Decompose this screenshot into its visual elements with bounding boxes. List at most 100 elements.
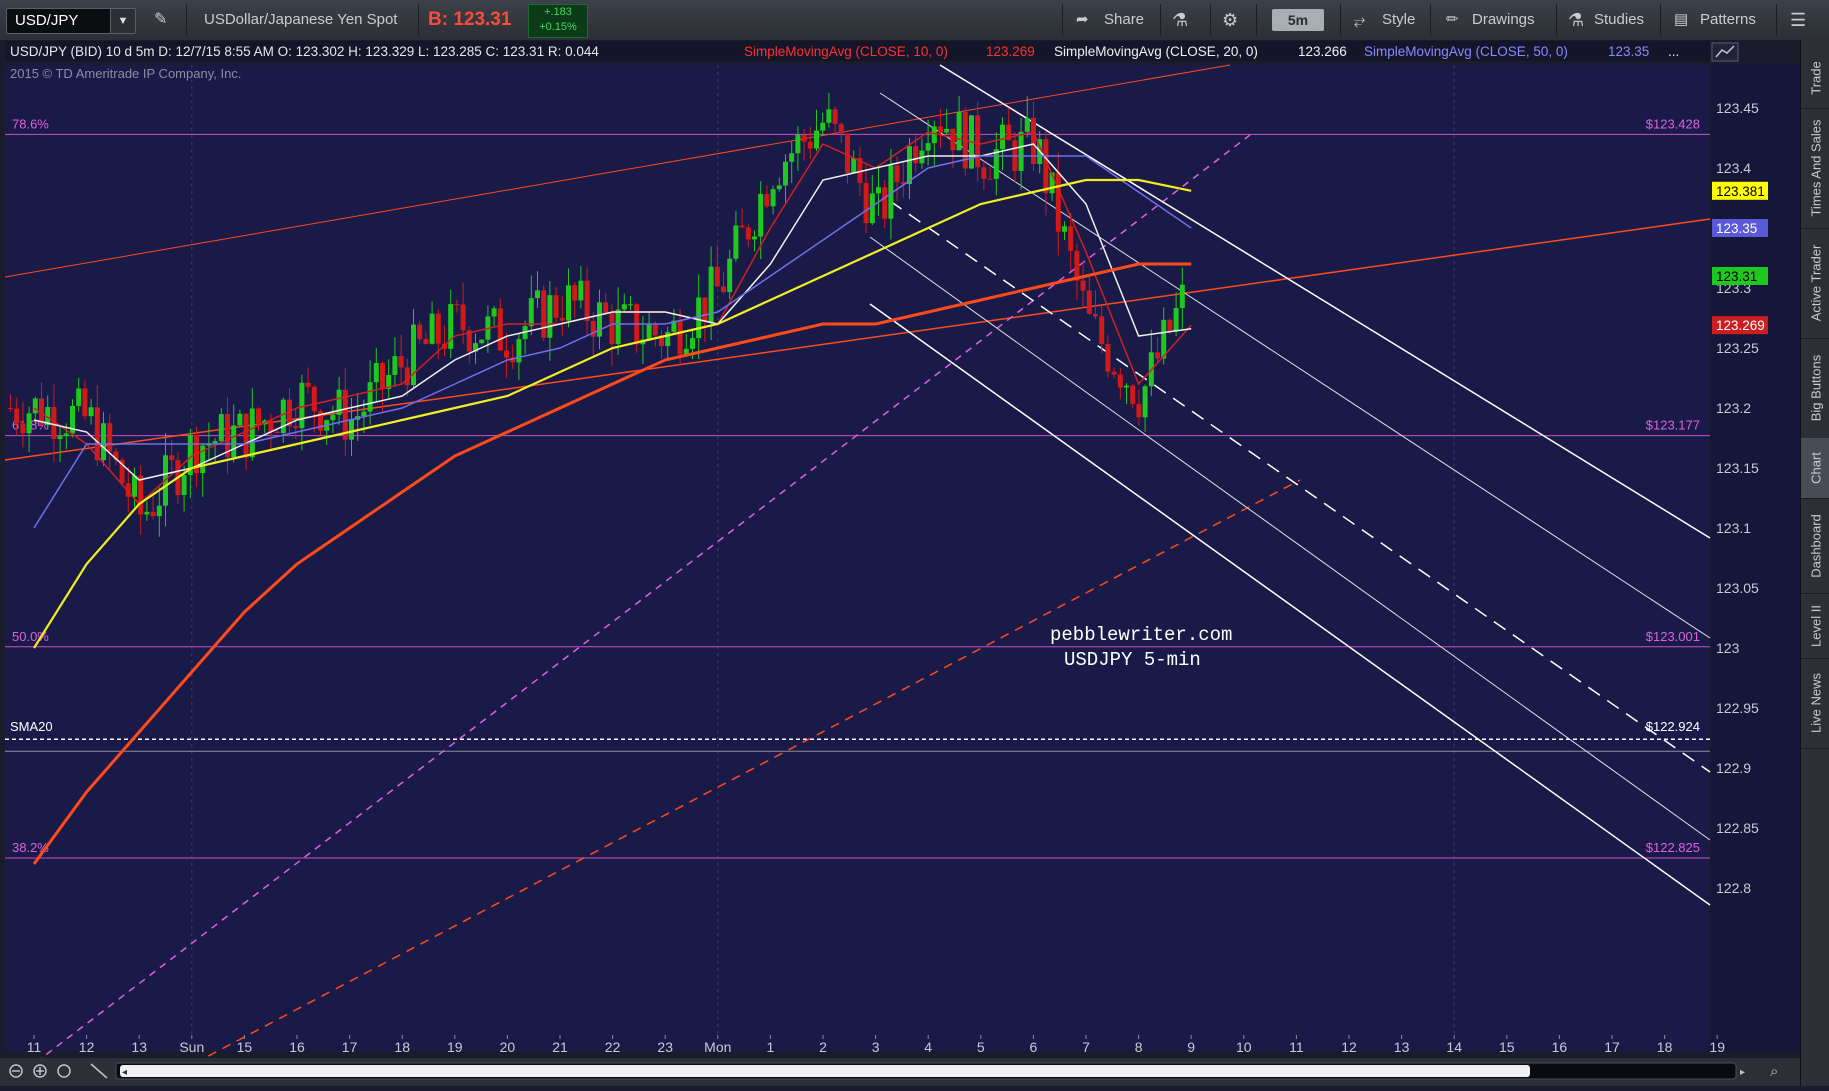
candle[interactable]	[132, 475, 137, 497]
gear-icon[interactable]: ⚙	[1222, 0, 1238, 40]
candle[interactable]	[1031, 117, 1036, 165]
candle[interactable]	[417, 324, 423, 340]
candle[interactable]	[268, 420, 274, 432]
candle[interactable]	[504, 350, 509, 358]
candle[interactable]	[169, 455, 175, 461]
scrollbar-thumb[interactable]	[120, 1065, 1530, 1077]
candle[interactable]	[280, 399, 286, 434]
candle[interactable]	[863, 182, 869, 224]
share-icon[interactable]: ➦	[1076, 0, 1089, 40]
candle[interactable]	[361, 411, 367, 417]
candle[interactable]	[584, 280, 590, 322]
candle[interactable]	[373, 362, 379, 383]
candle[interactable]	[1173, 307, 1179, 332]
candle[interactable]	[1117, 374, 1123, 388]
timeframe-button[interactable]: 5m	[1272, 9, 1324, 31]
chart-settings-icon[interactable]	[1711, 42, 1739, 62]
candle[interactable]	[845, 133, 850, 174]
studies-icon[interactable]: ⚗	[1568, 0, 1584, 40]
candle[interactable]	[727, 258, 733, 293]
chevron-down-icon[interactable]: ▼	[110, 9, 135, 33]
candle[interactable]	[435, 313, 441, 344]
candle[interactable]	[615, 309, 621, 345]
candle[interactable]	[690, 338, 695, 349]
candle[interactable]	[559, 317, 565, 321]
candle[interactable]	[882, 187, 888, 219]
candle[interactable]	[776, 185, 782, 190]
candle[interactable]	[404, 367, 410, 386]
candle[interactable]	[621, 304, 627, 310]
candle[interactable]	[783, 161, 788, 186]
candle[interactable]	[876, 187, 881, 194]
candle[interactable]	[94, 407, 100, 461]
candle[interactable]	[1068, 226, 1074, 251]
candle[interactable]	[795, 134, 801, 154]
candle[interactable]	[838, 123, 844, 134]
candle[interactable]	[380, 362, 385, 389]
candle[interactable]	[981, 167, 987, 179]
candle[interactable]	[1136, 403, 1142, 418]
candle[interactable]	[423, 339, 429, 344]
candle[interactable]	[82, 388, 88, 417]
candle[interactable]	[101, 423, 106, 461]
candle[interactable]	[547, 295, 553, 338]
candle[interactable]	[88, 407, 94, 417]
candle[interactable]	[1000, 124, 1005, 150]
drawings-icon[interactable]: ✏	[1446, 0, 1459, 40]
candle[interactable]	[138, 475, 144, 515]
candle[interactable]	[311, 386, 317, 412]
candle[interactable]	[801, 134, 807, 142]
candle[interactable]	[541, 290, 547, 338]
style-icon[interactable]: ⥂	[1354, 0, 1365, 40]
side-tab-trade[interactable]: Trade	[1801, 48, 1829, 109]
candle[interactable]	[758, 193, 764, 237]
candle[interactable]	[256, 408, 261, 425]
candle[interactable]	[20, 423, 26, 434]
candle[interactable]	[950, 128, 956, 151]
magnifier-icon[interactable]: ⌕	[1770, 1063, 1778, 1080]
candle[interactable]	[807, 141, 813, 149]
candle[interactable]	[1024, 117, 1030, 132]
style-button[interactable]: Style	[1382, 0, 1415, 40]
candle[interactable]	[826, 109, 832, 123]
candle[interactable]	[398, 356, 404, 368]
candle[interactable]	[1093, 313, 1098, 317]
candle[interactable]	[832, 109, 838, 124]
candle[interactable]	[454, 304, 460, 306]
candle[interactable]	[429, 313, 435, 344]
flask-icon[interactable]: ⚗	[1172, 0, 1188, 40]
candle[interactable]	[1055, 172, 1061, 232]
candle[interactable]	[578, 280, 584, 301]
price-chart[interactable]: 78.6%$123.42861.8%$123.17750.0%$123.0013…	[0, 40, 1800, 1087]
candle[interactable]	[249, 408, 255, 458]
candle[interactable]	[8, 408, 13, 409]
candle[interactable]	[975, 115, 981, 168]
side-tab-level-ii[interactable]: Level II	[1801, 593, 1829, 659]
candle[interactable]	[566, 285, 571, 321]
candle[interactable]	[770, 189, 776, 207]
candle[interactable]	[1111, 371, 1117, 375]
candle[interactable]	[733, 225, 739, 259]
candle[interactable]	[752, 236, 757, 240]
candle[interactable]	[76, 388, 82, 406]
candle[interactable]	[677, 320, 683, 355]
candle[interactable]	[1167, 319, 1173, 332]
candle[interactable]	[181, 475, 187, 496]
candle[interactable]	[745, 227, 751, 240]
candle[interactable]	[931, 126, 937, 144]
candle[interactable]	[460, 304, 466, 331]
candle[interactable]	[714, 266, 720, 287]
candle[interactable]	[479, 339, 485, 344]
candle[interactable]	[491, 308, 497, 317]
candle[interactable]	[349, 419, 354, 440]
candle[interactable]	[739, 225, 745, 228]
candle[interactable]	[938, 126, 943, 133]
drawings-button[interactable]: Drawings	[1472, 0, 1535, 40]
candle[interactable]	[553, 295, 559, 318]
candle[interactable]	[1161, 319, 1167, 359]
candle[interactable]	[1080, 280, 1086, 291]
candle[interactable]	[274, 431, 280, 434]
candle[interactable]	[894, 165, 900, 183]
candle[interactable]	[243, 413, 249, 458]
share-button[interactable]: Share	[1104, 0, 1144, 40]
